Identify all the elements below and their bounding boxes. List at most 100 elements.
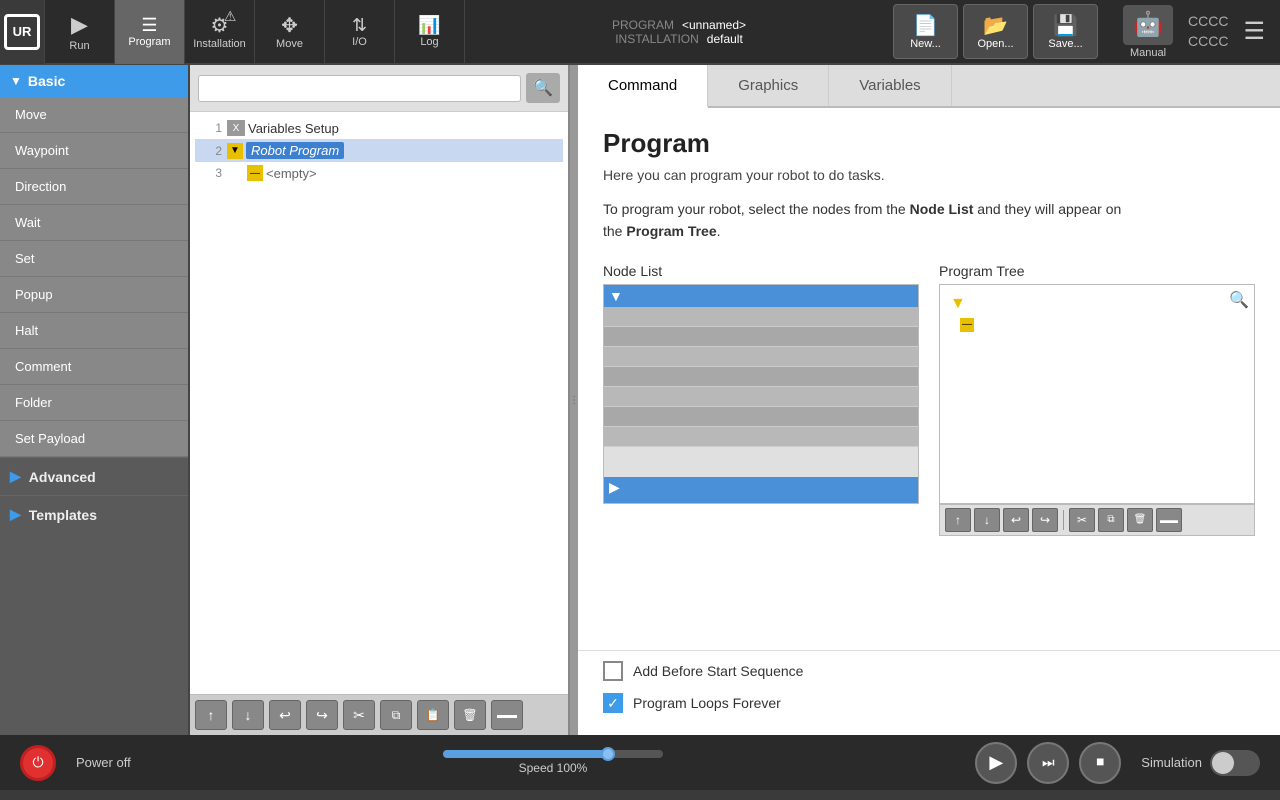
sidebar-item-comment[interactable]: Comment — [0, 349, 188, 385]
node-list-top-row[interactable]: ▼ — [604, 285, 918, 307]
cut-button[interactable]: ✂ — [343, 700, 375, 730]
step-button[interactable]: ⏭ — [1027, 742, 1069, 784]
copy-button[interactable]: ⧉ — [380, 700, 412, 730]
toolbar-program[interactable]: ☰ Program — [115, 0, 185, 64]
tree-line-1[interactable]: 1 X Variables Setup — [195, 117, 563, 139]
tree-line-2[interactable]: 2 ▼ Robot Program — [195, 139, 563, 162]
new-button[interactable]: 📄 New... — [893, 4, 958, 59]
toolbar-move[interactable]: ✥ Move — [255, 0, 325, 64]
paste-button[interactable]: 📋 — [417, 700, 449, 730]
tree-redo-button[interactable]: ↪ — [1032, 508, 1058, 532]
log-label: Log — [420, 36, 438, 48]
ur-logo[interactable]: UR — [0, 0, 45, 64]
node-list-row[interactable] — [604, 327, 918, 347]
templates-arrow-icon: ▶ — [10, 506, 21, 523]
sidebar-item-set[interactable]: Set — [0, 241, 188, 277]
save-icon: 💾 — [1053, 13, 1078, 38]
templates-section-header[interactable]: ▶ Templates — [0, 495, 188, 533]
resize-handle-center[interactable]: ⋮ — [570, 65, 578, 735]
tree-up-button[interactable]: ↑ — [945, 508, 971, 532]
redo-button[interactable]: ↪ — [306, 700, 338, 730]
tab-graphics[interactable]: Graphics — [708, 65, 829, 106]
stop-button[interactable]: ⏹ — [1079, 742, 1121, 784]
node-list-row[interactable] — [604, 427, 918, 447]
log-icon: 📊 — [418, 15, 440, 36]
toolbar-run[interactable]: ▶ Run — [45, 0, 115, 64]
more-button[interactable]: ▬▬ — [491, 700, 523, 730]
delete-button[interactable]: 🗑 — [454, 700, 486, 730]
command-description: To program your robot, select the nodes … — [603, 198, 1255, 243]
node-list-bottom-row-1[interactable]: ▶ — [604, 477, 918, 499]
tree-undo-button[interactable]: ↩ — [1003, 508, 1029, 532]
open-button[interactable]: 📂 Open... — [963, 4, 1028, 59]
search-button[interactable]: 🔍 — [526, 73, 560, 103]
open-label: Open... — [977, 38, 1013, 50]
save-button[interactable]: 💾 Save... — [1033, 4, 1098, 59]
search-magnifier-icon[interactable]: 🔍 — [1229, 290, 1249, 310]
prog-tree-icon-row-2: — — [950, 318, 1244, 332]
node-list-row[interactable] — [604, 307, 918, 327]
node-list-bold: Node List — [910, 201, 974, 217]
tree-area[interactable]: 1 X Variables Setup 2 ▼ Robot Program 3 … — [190, 112, 568, 694]
power-button[interactable]: ⏻ — [20, 745, 56, 781]
node-list-row[interactable] — [604, 407, 918, 427]
sidebar-item-folder[interactable]: Folder — [0, 385, 188, 421]
sidebar-item-set-payload[interactable]: Set Payload — [0, 421, 188, 457]
tree-line-3[interactable]: 3 — <empty> — [195, 162, 563, 184]
robot-program-icon: ▼ — [227, 143, 243, 159]
toolbar-log[interactable]: 📊 Log — [395, 0, 465, 64]
sidebar-item-move[interactable]: Move — [0, 97, 188, 133]
sidebar-item-halt[interactable]: Halt — [0, 313, 188, 349]
sidebar-item-popup[interactable]: Popup — [0, 277, 188, 313]
search-input[interactable] — [198, 75, 521, 102]
save-label: Save... — [1048, 38, 1082, 50]
search-bar: 🔍 — [190, 65, 568, 112]
simulation-toggle[interactable] — [1210, 750, 1260, 776]
tree-more-button[interactable]: ▬▬ — [1156, 508, 1182, 532]
power-icon: ⏻ — [32, 754, 43, 771]
play-button[interactable]: ▶ — [975, 742, 1017, 784]
advanced-section-header[interactable]: ▶ Advanced — [0, 457, 188, 495]
basic-section-header[interactable]: ▼ Basic — [0, 65, 188, 97]
tree-copy-button[interactable]: ⧉ — [1098, 508, 1124, 532]
run-icon: ▶ — [71, 12, 88, 38]
panel-toolbar: ↑ ↓ ↩ ↪ ✂ ⧉ 📋 🗑 ▬▬ — [190, 694, 568, 735]
simulation-label: Simulation — [1141, 755, 1202, 770]
tab-command-label: Command — [608, 77, 677, 94]
node-list-row[interactable] — [604, 367, 918, 387]
empty-label: <empty> — [266, 166, 317, 181]
manual-button[interactable]: 🤖 Manual — [1108, 5, 1188, 59]
open-icon: 📂 — [983, 13, 1008, 38]
sidebar-comment-label: Comment — [15, 359, 71, 374]
move-up-button[interactable]: ↑ — [195, 700, 227, 730]
desc-part1: To program your robot, select the nodes … — [603, 201, 910, 217]
node-list-box: Node List ▼ — [603, 263, 919, 536]
undo-button[interactable]: ↩ — [269, 700, 301, 730]
hamburger-menu[interactable]: ☰ — [1228, 17, 1280, 46]
tab-variables[interactable]: Variables — [829, 65, 951, 106]
tree-down-button[interactable]: ↓ — [974, 508, 1000, 532]
toolbar-io[interactable]: ⇅ I/O — [325, 0, 395, 64]
node-list-row[interactable] — [604, 387, 918, 407]
center-panel: 🔍 1 X Variables Setup 2 ▼ Robot Program … — [190, 65, 570, 735]
move-icon: ✥ — [281, 13, 298, 38]
move-down-button[interactable]: ↓ — [232, 700, 264, 730]
tab-command[interactable]: Command — [578, 65, 708, 108]
sidebar-popup-label: Popup — [15, 287, 53, 302]
program-info-prog-label: PROGRAM — [612, 18, 674, 32]
sidebar-item-wait[interactable]: Wait — [0, 205, 188, 241]
loops-checkbox[interactable] — [603, 693, 623, 713]
program-icon: ☰ — [141, 15, 157, 36]
tree-section: Node List ▼ — [603, 263, 1255, 536]
program-tree-content[interactable]: 🔍 ▼ — — [939, 284, 1255, 504]
node-list-content[interactable]: ▼ ▶ ▶ ▶ — [603, 284, 919, 504]
node-list-bottom-row-2[interactable]: ▶ — [604, 499, 918, 504]
node-list-row[interactable] — [604, 347, 918, 367]
sidebar-item-direction[interactable]: Direction — [0, 169, 188, 205]
tree-cut-button[interactable]: ✂ — [1069, 508, 1095, 532]
add-before-checkbox[interactable] — [603, 661, 623, 681]
toolbar-installation[interactable]: ⚙ ⚠ Installation — [185, 0, 255, 64]
tree-delete-button[interactable]: 🗑 — [1127, 508, 1153, 532]
sidebar-item-waypoint[interactable]: Waypoint — [0, 133, 188, 169]
desc-part3: . — [717, 223, 721, 239]
